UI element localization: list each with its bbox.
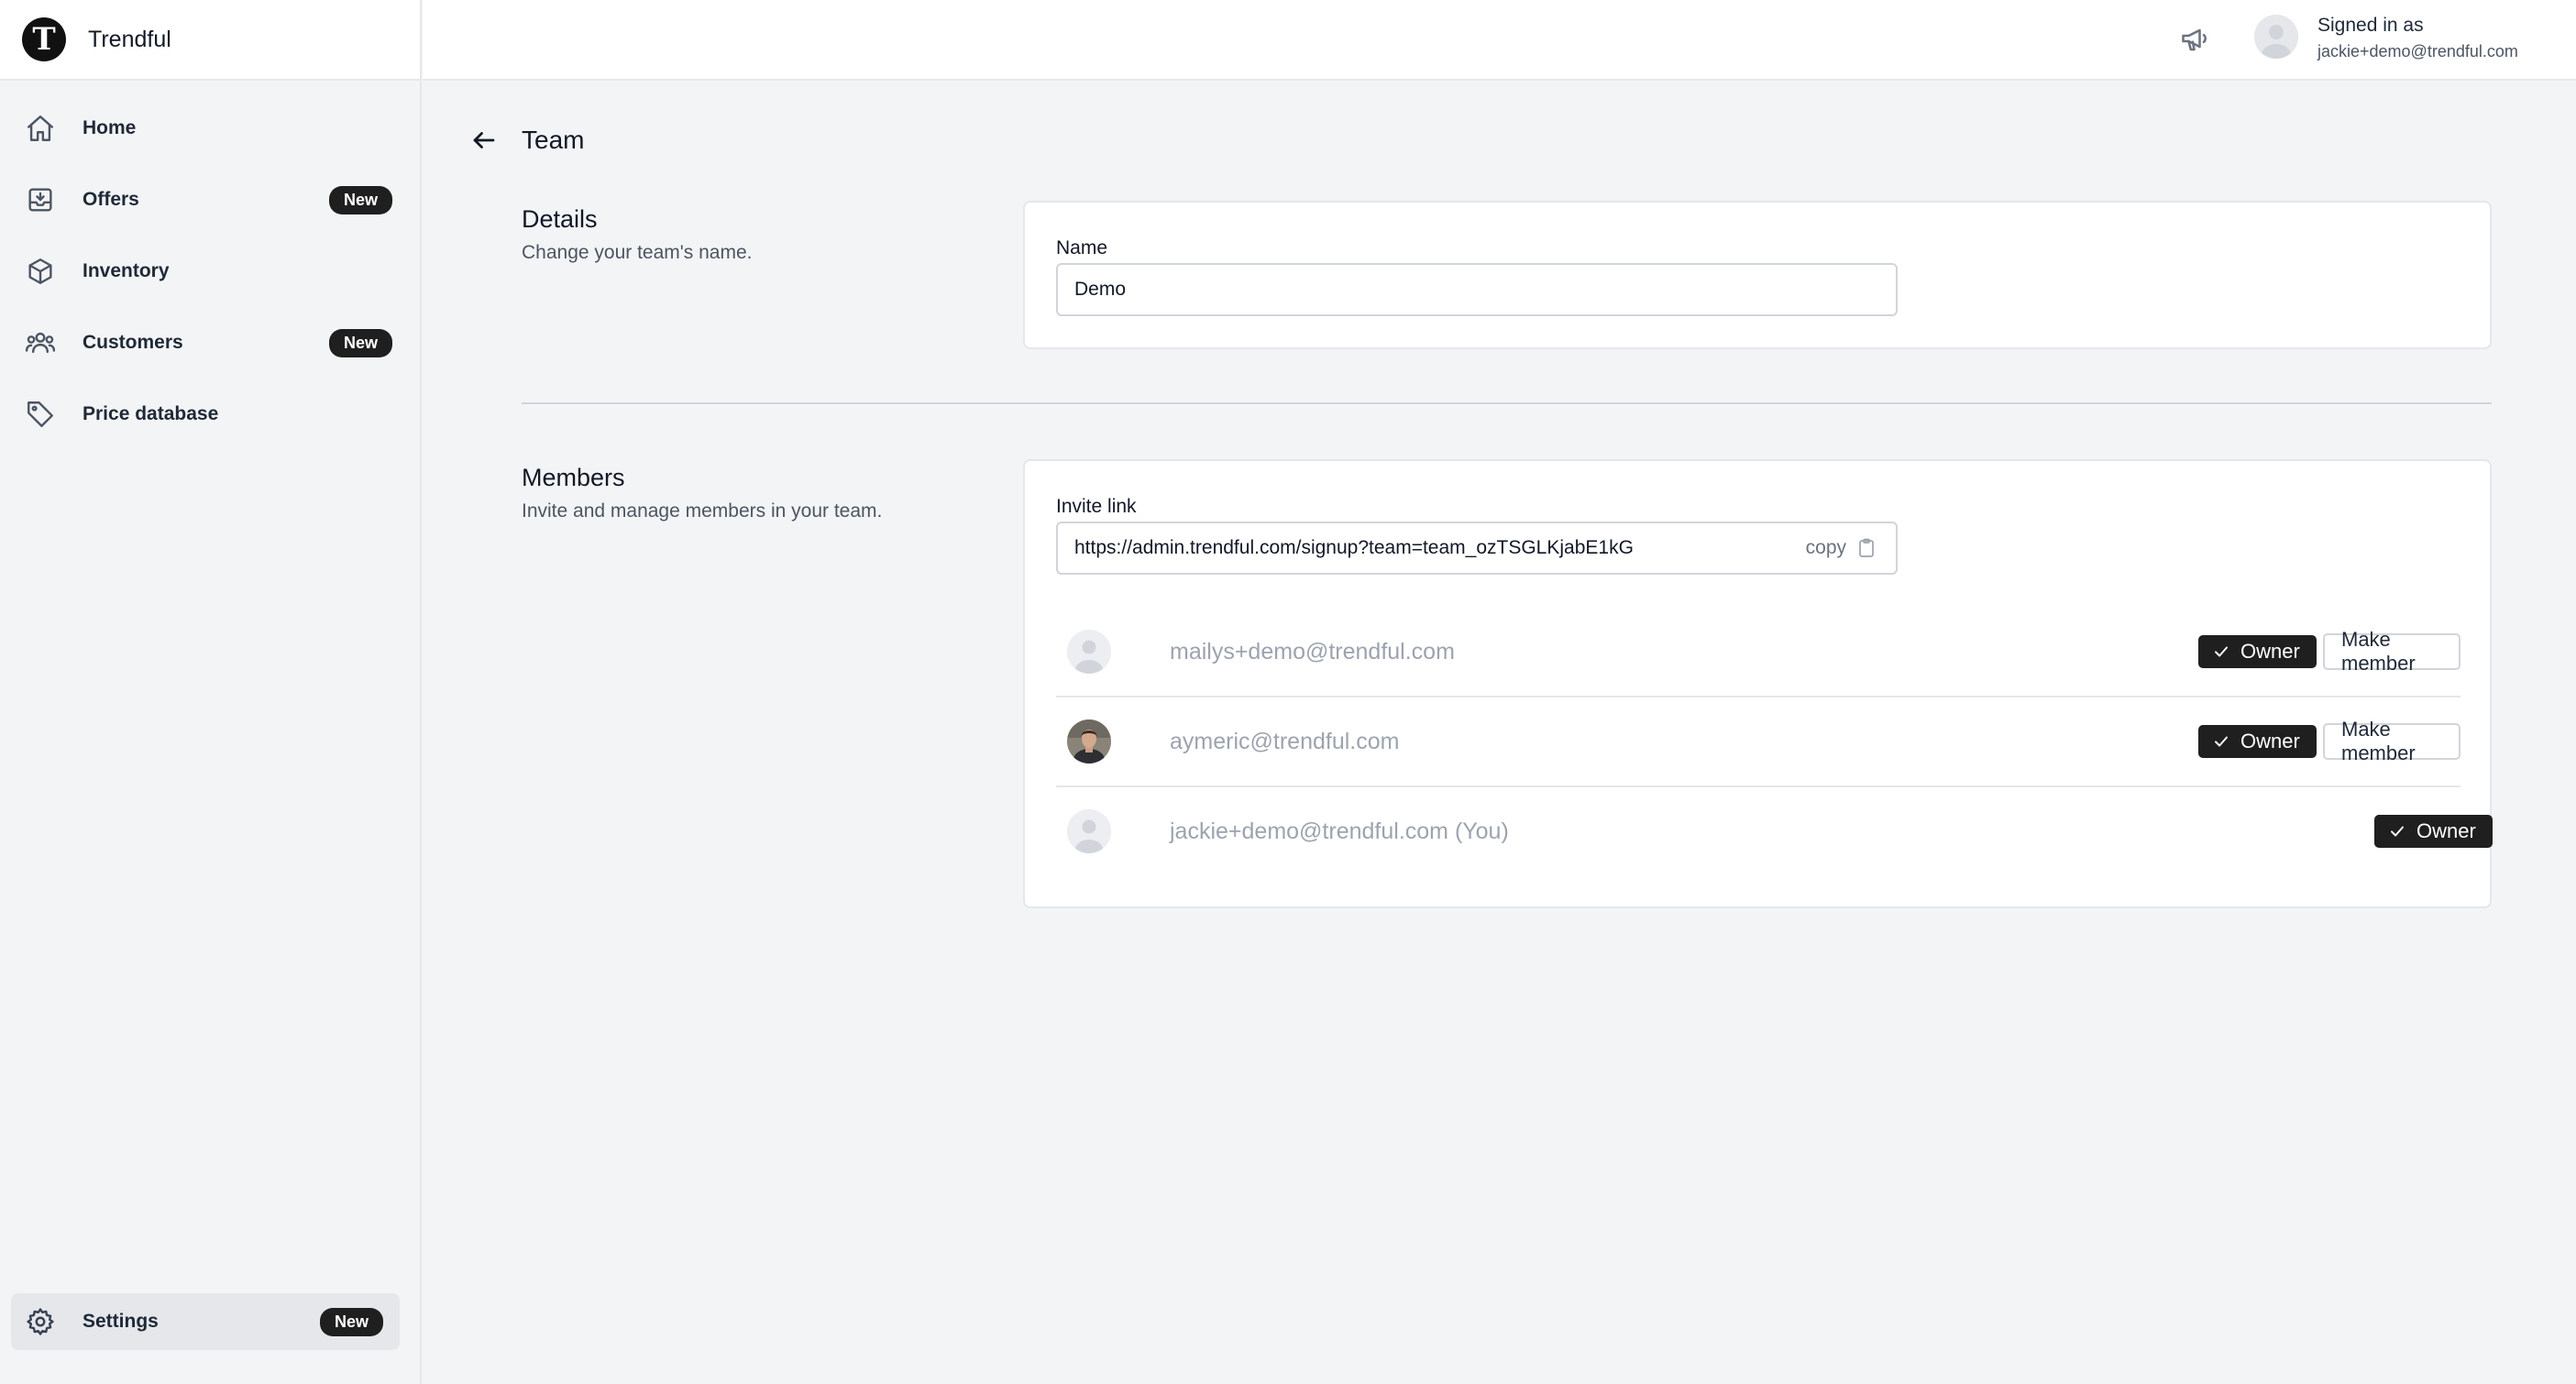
new-badge: New — [319, 1307, 383, 1336]
sidebar: T Trendful Home Offers New Inventory Cus… — [0, 0, 422, 1384]
app-name: Trendful — [88, 26, 171, 52]
member-email: jackie+demo@trendful.com (You) — [1170, 818, 1509, 844]
sidebar-item-offers[interactable]: Offers New — [11, 170, 409, 229]
clipboard-icon — [1859, 538, 1874, 557]
sidebar-item-home[interactable]: Home — [11, 99, 409, 158]
inbox-download-icon — [24, 183, 57, 216]
invite-link-url: https://admin.trendful.com/signup?team=t… — [1074, 537, 1634, 558]
check-icon — [2215, 736, 2228, 747]
sidebar-item-price-database[interactable]: Price database — [11, 385, 409, 444]
signed-in-info[interactable]: Signed in as jackie+demo@trendful.com — [2317, 15, 2518, 61]
check-icon — [2391, 826, 2404, 837]
sidebar-item-label: Customers — [83, 332, 183, 353]
avatar-icon[interactable] — [2254, 15, 2298, 59]
owner-button[interactable]: Owner — [2198, 635, 2317, 668]
owner-label: Owner — [2240, 640, 2300, 663]
make-member-button[interactable]: Make member — [2323, 718, 2460, 764]
team-name-input[interactable]: Demo — [1056, 263, 1898, 316]
sidebar-item-label: Settings — [83, 1311, 159, 1332]
users-icon — [24, 326, 57, 359]
check-icon — [2215, 646, 2228, 657]
back-arrow-icon[interactable] — [468, 125, 500, 156]
signed-in-label: Signed in as — [2317, 15, 2424, 36]
tag-icon — [24, 398, 57, 431]
brand[interactable]: T Trendful — [0, 0, 420, 81]
member-email: aymeric@trendful.com — [1170, 729, 1400, 754]
owner-button[interactable]: Owner — [2374, 815, 2493, 848]
member-row: aymeric@trendful.com Owner Make member — [1056, 697, 2460, 787]
page-title: Team — [522, 126, 585, 154]
owner-label: Owner — [2240, 730, 2300, 752]
user-email: jackie+demo@trendful.com — [2317, 42, 2518, 60]
top-bar: Signed in as jackie+demo@trendful.com — [423, 0, 2576, 81]
section-divider — [522, 402, 2492, 404]
sidebar-item-label: Price database — [83, 403, 219, 424]
sidebar-item-inventory[interactable]: Inventory — [11, 242, 409, 301]
members-card: Invite link https://admin.trendful.com/s… — [1023, 459, 2493, 908]
sidebar-item-label: Home — [83, 117, 137, 138]
sidebar-item-label: Inventory — [83, 260, 170, 281]
copy-button[interactable]: copy — [1806, 537, 1877, 559]
copy-label: copy — [1805, 537, 1846, 558]
sidebar-item-settings[interactable]: Settings New — [11, 1293, 400, 1350]
owner-label: Owner — [2416, 819, 2476, 842]
avatar — [1067, 719, 1111, 763]
sidebar-item-label: Offers — [83, 189, 139, 210]
details-card: Name Demo — [1023, 201, 2492, 349]
name-label: Name — [1056, 237, 1108, 258]
megaphone-icon[interactable] — [2177, 20, 2214, 57]
details-description: Change your team's name. — [522, 242, 753, 263]
invite-link-field[interactable]: https://admin.trendful.com/signup?team=t… — [1056, 522, 1898, 575]
sidebar-item-customers[interactable]: Customers New — [11, 313, 409, 372]
member-row: mailys+demo@trendful.com Owner Make memb… — [1056, 608, 2460, 697]
cube-icon — [24, 255, 57, 288]
members-title: Members — [522, 464, 625, 491]
details-title: Details — [522, 205, 598, 233]
invite-link-label: Invite link — [1056, 496, 1137, 517]
new-badge: New — [328, 185, 392, 214]
gear-icon — [24, 1305, 57, 1338]
avatar — [1067, 809, 1111, 853]
trendful-logo: T — [22, 17, 66, 61]
sidebar-nav: Home Offers New Inventory Customers New — [0, 81, 420, 444]
member-email: mailys+demo@trendful.com — [1170, 639, 1455, 665]
owner-button[interactable]: Owner — [2198, 725, 2317, 758]
make-member-button[interactable]: Make member — [2323, 628, 2460, 675]
member-row: jackie+demo@trendful.com (You) Owner — [1056, 787, 2493, 877]
members-description: Invite and manage members in your team. — [522, 500, 883, 522]
new-badge: New — [328, 328, 392, 357]
home-icon — [24, 112, 57, 145]
avatar — [1067, 630, 1111, 674]
